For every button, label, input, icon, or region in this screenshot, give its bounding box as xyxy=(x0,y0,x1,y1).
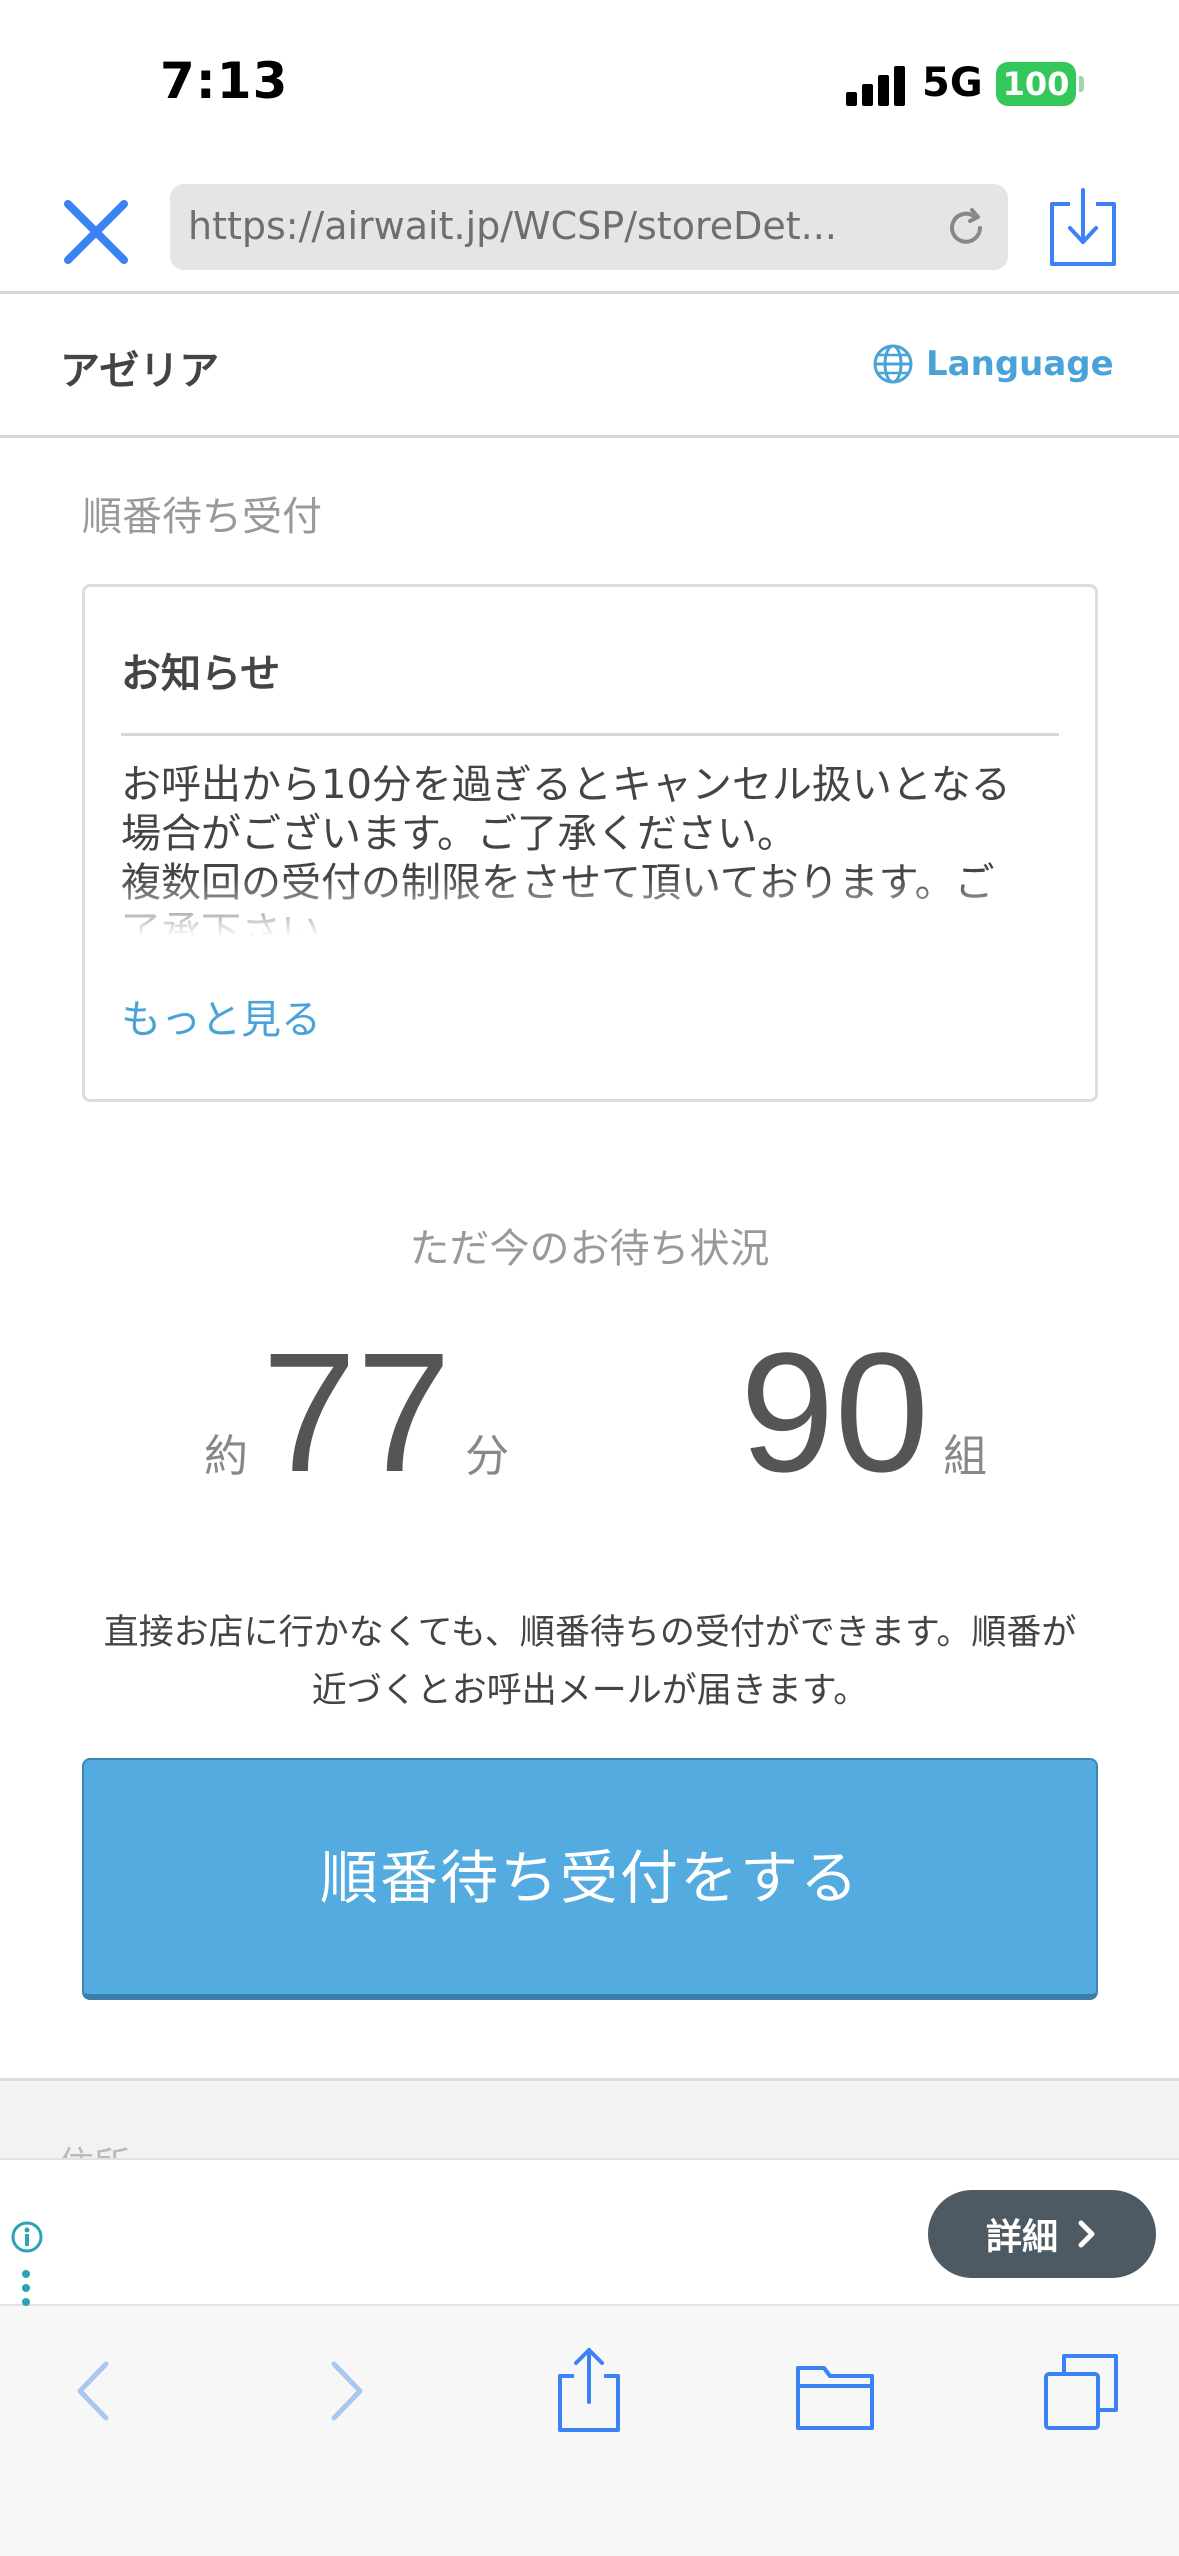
section-title: 順番待ち受付 xyxy=(82,494,322,540)
wait-time-unit: 分 xyxy=(465,1431,510,1482)
download-icon xyxy=(1050,188,1116,266)
notice-line: 複数回の受付の制限をさせて頂いております。ご xyxy=(121,860,995,906)
notice-divider xyxy=(121,733,1059,736)
ad-detail-label: 詳細 xyxy=(985,2217,1058,2258)
browser-toolbar: https://airwait.jp/WCSP/storeDet... xyxy=(0,170,1179,294)
store-name: アゼリア xyxy=(60,348,220,394)
bookmarks-icon[interactable] xyxy=(790,2346,880,2436)
join-queue-button[interactable]: 順番待ち受付をする xyxy=(82,1758,1098,2000)
notice-line: 場合がございます。ご了承ください。 xyxy=(121,811,797,857)
more-link[interactable]: もっと見る xyxy=(121,987,321,1045)
url-field[interactable]: https://airwait.jp/WCSP/storeDet... xyxy=(170,184,1008,270)
ad-banner[interactable]: 詳細 xyxy=(0,2158,1179,2306)
description-line: 近づくとお呼出メールが届きます。 xyxy=(311,1671,869,1711)
wait-time-prefix: 約 xyxy=(204,1431,248,1482)
notice-card: お知らせ お呼出から10分を過ぎるとキャンセル扱いとなる 場合がございます。ご了… xyxy=(82,584,1098,1102)
language-link[interactable]: Language xyxy=(872,340,1114,388)
close-icon xyxy=(64,200,128,264)
wait-groups-value: 90 xyxy=(740,1318,930,1508)
battery-icon: 100 xyxy=(996,62,1076,106)
wait-caption: ただ今のお待ち状況 xyxy=(409,1226,770,1272)
notice-body: お呼出から10分を過ぎるとキャンセル扱いとなる 場合がございます。ご了承ください… xyxy=(121,761,1065,937)
status-time: 7:13 xyxy=(160,52,289,110)
description-line: 直接お店に行かなくても、順番待ちの受付ができます。順番が xyxy=(103,1613,1077,1653)
store-header: アゼリア Language xyxy=(0,294,1179,438)
next-section-label: 住所 xyxy=(58,2136,130,2158)
network-label: 5G xyxy=(922,60,983,106)
reload-icon[interactable] xyxy=(942,204,990,252)
wait-groups-stat: 90 組 xyxy=(726,1328,987,1498)
download-button[interactable] xyxy=(1046,186,1120,272)
bottom-toolbar xyxy=(0,2306,1179,2556)
notice-line: お呼出から10分を過ぎるとキャンセル扱いとなる xyxy=(121,762,1011,808)
tabs-icon[interactable] xyxy=(1036,2346,1126,2436)
share-icon[interactable] xyxy=(544,2346,634,2436)
wait-time-stat: 約 77 分 xyxy=(204,1328,509,1498)
info-icon[interactable] xyxy=(10,2220,44,2254)
globe-icon xyxy=(873,344,913,384)
chevron-right-icon xyxy=(1078,2220,1095,2248)
notice-line: 了承下さい。 xyxy=(121,909,361,937)
close-button[interactable] xyxy=(58,194,134,270)
language-label: Language xyxy=(926,344,1114,384)
status-bar: 7:13 5G 100 xyxy=(0,0,1179,170)
url-text: https://airwait.jp/WCSP/storeDet... xyxy=(188,204,837,248)
battery-cap xyxy=(1079,76,1084,92)
wait-groups-unit: 組 xyxy=(943,1431,988,1482)
more-dots-icon[interactable] xyxy=(22,2270,32,2310)
notice-title: お知らせ xyxy=(121,651,281,697)
signal-icon xyxy=(846,64,906,106)
forward-icon[interactable] xyxy=(300,2346,390,2436)
back-icon[interactable] xyxy=(50,2346,140,2436)
ad-detail-button[interactable]: 詳細 xyxy=(928,2190,1156,2278)
wait-time-value: 77 xyxy=(262,1318,452,1508)
reception-description: 直接お店に行かなくても、順番待ちの受付ができます。順番が 近づくとお呼出メールが… xyxy=(82,1604,1098,1720)
